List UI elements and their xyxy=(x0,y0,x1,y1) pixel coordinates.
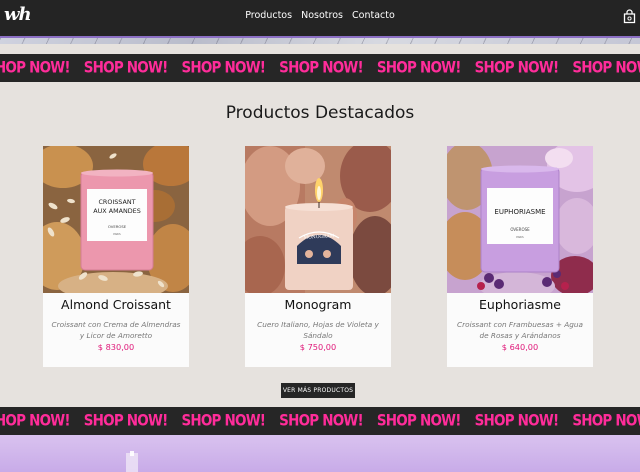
product-image[interactable]: CROISSANT AUX AMANDES OVEROSE PARIS xyxy=(43,146,189,293)
ticker-text: SHOP NOW! xyxy=(572,411,640,431)
view-more-products-button[interactable]: VER MÁS PRODUCTOS xyxy=(281,383,355,398)
ticker-text: SHOP NOW! xyxy=(376,58,462,78)
product-card[interactable]: EUPHORIASME OVEROSE PARIS Euphoriasme Cr… xyxy=(447,146,593,367)
label-city: PARIS xyxy=(113,232,121,236)
nav-link-contacto[interactable]: Contacto xyxy=(352,10,395,21)
nav-links: Productos Nosotros Contacto xyxy=(0,10,640,21)
ticker-text: SHOP NOW! xyxy=(376,411,462,431)
section-title: Productos Destacados xyxy=(225,103,415,123)
shop-now-ticker-top[interactable]: SHOP NOW! SHOP NOW! SHOP NOW! SHOP NOW! SHOP… xyxy=(0,54,640,82)
shopping-bag-icon[interactable] xyxy=(623,9,636,24)
ticker-track: SHOP NOW! SHOP NOW! SHOP NOW! SHOP NOW! SHOP… xyxy=(0,54,640,82)
product-description: Cuero Italiano, Hojas de Violeta y Sánda… xyxy=(257,320,379,340)
label-brand: OVEROSE xyxy=(108,224,127,229)
product-price: $ 640,00 xyxy=(501,342,539,352)
ticker-text: SHOP NOW! xyxy=(83,411,169,431)
label-brand: OVEROSE xyxy=(510,227,530,232)
ticker-text: SHOP NOW! xyxy=(279,411,364,431)
label-city: PARIS xyxy=(516,235,524,239)
shop-now-ticker-bottom[interactable]: SHOP NOW! SHOP NOW! SHOP NOW! SHOP NOW! SHOP… xyxy=(0,407,640,435)
hero-banner-image xyxy=(0,36,640,44)
ticker-text: SHOP NOW! xyxy=(474,411,560,431)
ticker-text: SHOP NOW! xyxy=(572,58,640,78)
ticker-text: SHOP NOW! xyxy=(279,58,364,78)
product-card[interactable]: CROISSANT AUX AMANDES OVEROSE PARIS Almo… xyxy=(43,146,189,367)
ticker-track: SHOP NOW! SHOP NOW! SHOP NOW! SHOP NOW! SHOP… xyxy=(0,407,640,435)
nav-link-nosotros[interactable]: Nosotros xyxy=(301,10,343,21)
ticker-text: SHOP NOW! xyxy=(0,411,71,431)
label-line-2: AUX AMANDES xyxy=(93,207,141,215)
ticker-text: SHOP NOW! xyxy=(181,411,266,431)
product-price: $ 830,00 xyxy=(97,342,135,352)
ticker-text: SHOP NOW! xyxy=(181,58,266,78)
product-image[interactable]: MONOGRAM xyxy=(245,146,391,293)
product-card[interactable]: MONOGRAM Monogram Cuero Italiano, Hojas … xyxy=(245,146,391,367)
product-name[interactable]: Monogram xyxy=(245,297,391,312)
ticker-text: SHOP NOW! xyxy=(474,58,560,78)
product-image[interactable]: EUPHORIASME OVEROSE PARIS xyxy=(447,146,593,293)
nav-link-productos[interactable]: Productos xyxy=(245,10,292,21)
product-name[interactable]: Almond Croissant xyxy=(43,297,189,312)
product-description: Croissant con Crema de Almendras y Licor… xyxy=(51,320,181,340)
ticker-text: SHOP NOW! xyxy=(0,58,71,78)
promo-banner-image xyxy=(0,435,640,472)
label-line-1: CROISSANT xyxy=(98,198,135,206)
label-line-1: EUPHORIASME xyxy=(494,208,545,216)
top-navbar: wh Productos Nosotros Contacto xyxy=(0,0,640,36)
product-description: Croissant con Frambuesas + Agua de Rosas… xyxy=(457,320,583,340)
product-name[interactable]: Euphoriasme xyxy=(447,297,593,312)
product-price: $ 750,00 xyxy=(299,342,337,352)
ticker-text: SHOP NOW! xyxy=(83,58,169,78)
